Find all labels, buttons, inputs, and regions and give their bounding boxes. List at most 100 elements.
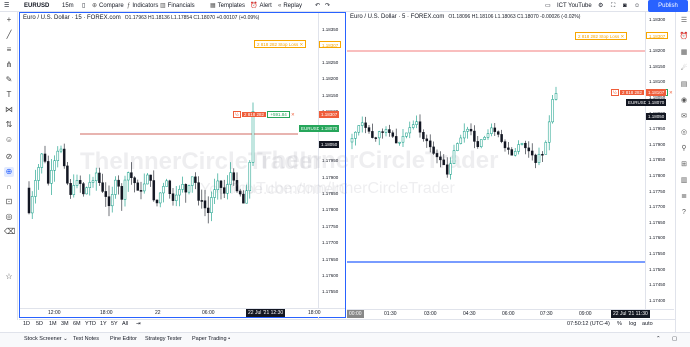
candle [104, 191, 108, 197]
order-line-left[interactable]: ½ 2 818 282 +591.84 ✕ [233, 111, 295, 118]
candle [155, 199, 159, 204]
ideas-icon[interactable]: ◉ [679, 96, 689, 106]
financials-button[interactable]: ▥ Financials [160, 1, 195, 11]
plus-circle-icon: ⊕ [92, 3, 98, 9]
tab-pine-editor[interactable]: Pine Editor [110, 336, 137, 342]
object-tree-icon[interactable]: ≣ [679, 192, 689, 202]
order-panel-icon[interactable]: ⊞ [679, 160, 689, 170]
tab-text-notes[interactable]: Text Notes [73, 336, 99, 342]
candle [85, 187, 88, 195]
candle [473, 130, 476, 142]
range-1m[interactable]: 1M [49, 321, 57, 327]
candle [56, 150, 60, 161]
candle [391, 132, 395, 137]
watchlist-icon[interactable]: ☰ [679, 16, 689, 26]
chart-pane-5m[interactable]: Euro / U.S. Dollar · 5 · FOREX.com O1.180… [229, 12, 674, 318]
candle [496, 131, 500, 135]
candle [544, 142, 548, 155]
maximize-panel-icon[interactable]: ▢ [672, 336, 677, 342]
compare-button[interactable]: ⊕ Compare [92, 1, 124, 11]
clock[interactable]: 07:50:12 (UTC-4) [567, 321, 610, 327]
stop-loss-label[interactable]: 2 818 282 Stop Loss ✕ [575, 32, 628, 40]
lock-drawings-icon[interactable]: ⊡ [4, 197, 14, 207]
symbol-search[interactable]: EURUSD [24, 1, 49, 11]
indicators-button[interactable]: ƒ Indicators [127, 1, 158, 11]
time-axis-left[interactable]: 12:00 18:00 22 06:00 22 Jul '21 12:30 18… [20, 308, 345, 317]
brush-icon[interactable]: ✎ [4, 75, 14, 85]
range-5d[interactable]: 5D [36, 321, 43, 327]
order-close-icon[interactable]: ½ [611, 89, 619, 96]
alert-button[interactable]: ⏰ Alert [250, 1, 272, 11]
order-close-icon[interactable]: ½ [233, 111, 241, 118]
horizontal-lines-icon[interactable]: ≡ [4, 45, 14, 55]
price-label: 1.17700 [322, 240, 339, 246]
order-pnl: +591.84 [267, 111, 290, 118]
candle [547, 121, 551, 143]
time-axis-right[interactable]: 00:00 01:30 03:00 04:30 06:00 07:30 09:0… [347, 309, 674, 318]
replay-button[interactable]: «Replay [278, 1, 302, 11]
zoom-icon[interactable]: ⊕ [4, 167, 14, 177]
pattern-icon[interactable]: ⋈ [4, 105, 14, 115]
publish-button[interactable]: Publish [648, 0, 688, 12]
price-label: 1.17650 [322, 256, 339, 262]
settings-gear-icon[interactable]: ⚙ [598, 1, 603, 11]
layout-name[interactable]: ICT YouTube [557, 1, 592, 11]
menu-icon[interactable]: ☰ [4, 1, 9, 11]
trash-icon[interactable]: ⌫ [4, 227, 15, 237]
percent-toggle[interactable]: % [617, 321, 622, 327]
undo-icon[interactable]: ↶ [315, 1, 320, 11]
help-icon[interactable]: ? [679, 208, 689, 218]
range-1d[interactable]: 1D [23, 321, 30, 327]
candle [126, 172, 130, 181]
price-label: 1.18100 [649, 79, 666, 85]
favorites-icon[interactable]: ☆ [4, 272, 14, 282]
fullscreen-icon[interactable]: ⛶ [611, 1, 615, 11]
chat-icon[interactable]: ✉ [679, 112, 689, 122]
pitchfork-icon[interactable]: ⋔ [4, 60, 14, 70]
notifications-icon[interactable]: ⚲ [679, 144, 689, 154]
candle [194, 176, 197, 183]
ruler-icon[interactable]: ⊘ [4, 152, 14, 162]
range-1y[interactable]: 1Y [100, 321, 107, 327]
alerts-icon[interactable]: ⏰ [679, 32, 689, 42]
crosshair-icon[interactable]: + [4, 15, 14, 25]
collapse-panel-icon[interactable]: ⌃ [656, 336, 661, 342]
interval-selector[interactable]: 15m [62, 1, 74, 11]
text-icon[interactable]: T [4, 90, 14, 100]
tab-stock-screener[interactable]: Stock Screener ⌄ [24, 336, 68, 342]
dom-icon[interactable]: ▥ [679, 176, 689, 186]
magnet-icon[interactable]: ∩ [4, 182, 14, 192]
data-window-icon[interactable]: ▦ [679, 48, 689, 58]
prediction-icon[interactable]: ⇅ [4, 120, 14, 130]
range-ytd[interactable]: YTD [85, 321, 96, 327]
time-label: 06:00 [502, 311, 515, 317]
range-5y[interactable]: 5Y [111, 321, 118, 327]
redo-icon[interactable]: ↷ [325, 1, 330, 11]
streams-icon[interactable]: ◎ [679, 128, 689, 138]
close-position-icon[interactable]: ✕ [291, 112, 295, 117]
camera-icon[interactable]: ◙ [623, 1, 627, 11]
hotlists-icon[interactable]: ☄ [679, 64, 689, 74]
price-label: 1.18350 [322, 27, 339, 32]
order-qty: 2 818 282 [242, 112, 267, 117]
goto-date-icon[interactable]: ⇥ [136, 321, 141, 327]
trendline-icon[interactable]: ╱ [4, 30, 14, 40]
hide-drawings-icon[interactable]: ◎ [4, 212, 14, 222]
icons-icon[interactable]: ☺ [4, 135, 14, 145]
candle [110, 194, 114, 207]
stop-loss-label[interactable]: 2 818 282 Stop Loss ✕ [254, 40, 307, 48]
tab-paper-trading[interactable]: Paper Trading • [192, 336, 230, 342]
templates-button[interactable]: ▦ Templates [210, 1, 245, 11]
candle [462, 131, 466, 139]
layout-icon[interactable]: ▭ [545, 1, 551, 11]
auto-toggle[interactable]: auto [642, 321, 653, 327]
log-toggle[interactable]: log [629, 321, 636, 327]
range-3m[interactable]: 3M [61, 321, 69, 327]
price-axis-right[interactable]: 1.183001.182501.182001.181501.181001.180… [626, 12, 673, 318]
range-all[interactable]: All [122, 321, 128, 327]
chart-type-icon[interactable]: ▯ [82, 1, 85, 11]
tab-strategy-tester[interactable]: Strategy Tester [145, 336, 182, 342]
user-icon[interactable]: ☺ [634, 1, 640, 11]
calendar-icon[interactable]: ▤ [679, 80, 689, 90]
range-6m[interactable]: 6M [73, 321, 81, 327]
